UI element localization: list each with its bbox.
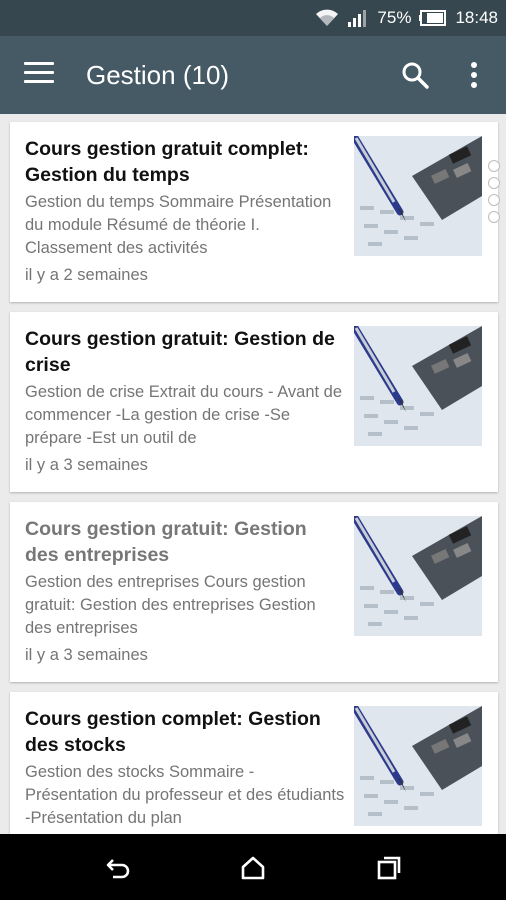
article-title: Cours gestion gratuit: Gestion de crise: [25, 328, 335, 376]
battery-icon: [419, 10, 447, 26]
hamburger-menu-icon[interactable]: [24, 62, 54, 86]
article-title: Cours gestion gratuit: Gestion des entre…: [25, 518, 307, 566]
article-title: Cours gestion gratuit complet: Gestion d…: [25, 138, 309, 186]
article-card[interactable]: Cours gestion complet: Gestion des stock…: [10, 692, 498, 834]
wifi-icon: [315, 8, 339, 28]
article-card[interactable]: Cours gestion gratuit: Gestion des entre…: [10, 502, 498, 682]
calculator-pen-thumbnail: [354, 516, 482, 636]
scroll-indicator[interactable]: [488, 160, 502, 228]
more-vert-icon[interactable]: [464, 58, 484, 92]
article-title: Cours gestion complet: Gestion des stock…: [25, 708, 321, 756]
system-nav-bar: [0, 834, 506, 900]
article-time: il y a 2 semaines: [25, 266, 148, 284]
article-description: Gestion des stocks Sommaire - Présentati…: [25, 763, 345, 827]
page-title: Gestion (10): [86, 60, 230, 90]
article-list: Cours gestion gratuit complet: Gestion d…: [0, 114, 506, 834]
signal-icon: [347, 8, 369, 28]
home-icon[interactable]: [239, 854, 267, 882]
article-card[interactable]: Cours gestion gratuit: Gestion de crise …: [10, 312, 498, 492]
back-icon[interactable]: [105, 854, 133, 882]
clock: 18:48: [455, 8, 498, 27]
calculator-pen-thumbnail: [354, 706, 482, 826]
status-bar: 75% 18:48: [0, 0, 506, 36]
recents-icon[interactable]: [375, 854, 403, 882]
search-icon[interactable]: [400, 60, 430, 90]
article-time: il y a 3 semaines: [25, 646, 148, 664]
article-card[interactable]: Cours gestion gratuit complet: Gestion d…: [10, 122, 498, 302]
article-description: Gestion de crise Extrait du cours - Avan…: [25, 383, 343, 447]
battery-percent: 75%: [377, 8, 412, 27]
article-description: Gestion du temps Sommaire Présentation d…: [25, 193, 332, 257]
calculator-pen-thumbnail: [354, 326, 482, 446]
article-description: Gestion des entreprises Cours gestion gr…: [25, 573, 316, 637]
calculator-pen-thumbnail: [354, 136, 482, 256]
article-time: il y a 3 semaines: [25, 456, 148, 474]
app-bar: Gestion (10): [0, 36, 506, 114]
